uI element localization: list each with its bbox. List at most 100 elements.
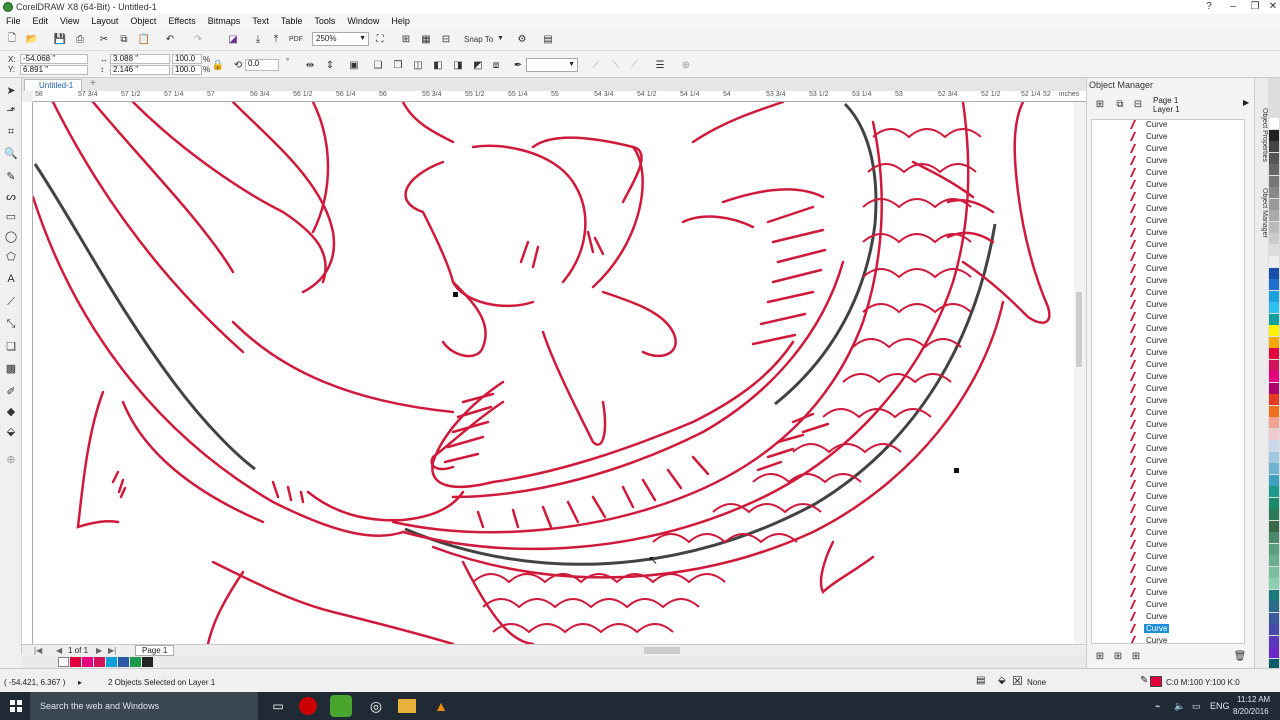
menu-view[interactable]: View (54, 14, 85, 28)
fill-bucket-icon[interactable]: ⬙ (998, 675, 1006, 686)
horizontal-scroll-thumb[interactable] (644, 647, 680, 654)
freehand-tool-icon[interactable]: ✎ (3, 168, 19, 184)
swatch-black[interactable] (142, 657, 153, 667)
lock-ratio-icon[interactable]: 🔒 (212, 57, 224, 73)
file-explorer-icon[interactable] (398, 699, 416, 713)
palette-swatch[interactable] (1269, 175, 1279, 187)
scale-y-field[interactable]: 100.0 (172, 65, 202, 75)
shape-tool-icon[interactable]: ⬏ (3, 102, 19, 118)
zoom-level-combo[interactable]: 250% ▼ (312, 32, 369, 46)
document-tab[interactable]: Untitled-1 (24, 79, 83, 91)
layer-edit-icon[interactable]: ⊟ (1131, 96, 1145, 112)
palette-swatch[interactable] (1269, 555, 1279, 566)
object-row[interactable]: Curve (1129, 286, 1169, 298)
start-arrow-icon[interactable]: ⟍ (608, 57, 624, 73)
object-row[interactable]: Curve (1129, 466, 1169, 478)
drawing-canvas[interactable]: ↖ (33, 102, 1076, 644)
object-row[interactable]: Curve (1129, 274, 1169, 286)
simplify-icon[interactable]: ◧ (430, 57, 446, 73)
trim-icon[interactable]: ❐ (390, 57, 406, 73)
object-row[interactable]: Curve (1129, 178, 1169, 190)
show-rulers-icon[interactable]: ⊞ (398, 31, 414, 47)
quick-customize-icon[interactable]: ⊕ (678, 57, 694, 73)
object-row[interactable]: Curve (1129, 190, 1169, 202)
object-row[interactable]: Curve (1129, 514, 1169, 526)
object-row[interactable]: Curve (1129, 382, 1169, 394)
menu-object[interactable]: Object (124, 14, 162, 28)
taskbar-search-box[interactable]: Search the web and Windows (30, 692, 258, 720)
save-icon[interactable]: 💾 (52, 31, 68, 47)
tab-object-manager[interactable]: Object Manager (1256, 188, 1268, 238)
task-view-icon[interactable]: ▭ (267, 696, 289, 716)
page-tab[interactable]: Page 1 (135, 645, 175, 656)
object-row[interactable]: Curve (1129, 130, 1169, 142)
palette-swatch[interactable] (1269, 164, 1279, 175)
object-row[interactable]: Curve (1129, 250, 1169, 262)
palette-swatch[interactable] (1269, 394, 1279, 405)
palette-swatch[interactable] (1269, 589, 1279, 601)
palette-swatch[interactable] (1269, 624, 1279, 635)
outline-color-swatch[interactable] (1150, 676, 1162, 687)
palette-swatch[interactable] (1269, 348, 1279, 359)
rotation-angle-field[interactable]: 0.0 (245, 59, 279, 71)
artistic-media-icon[interactable]: ᔕ (3, 188, 19, 204)
horizontal-ruler[interactable]: 58 57 3/4 57 1/2 57 1/4 57 56 3/4 56 1/2… (33, 91, 1086, 102)
palette-swatch[interactable] (1269, 152, 1279, 164)
palette-swatch[interactable] (1269, 302, 1279, 313)
y-position-field[interactable]: 6.891 " (20, 65, 88, 75)
object-row[interactable]: Curve (1129, 490, 1169, 502)
wrap-text-icon[interactable]: ☰ (652, 57, 668, 73)
language-indicator[interactable]: ENG (1210, 701, 1230, 711)
application-launcher-icon[interactable]: ▤ (540, 31, 556, 47)
layer-view-icon[interactable]: ⊞ (1093, 96, 1107, 112)
object-row[interactable]: Curve (1129, 574, 1169, 586)
next-page-icon[interactable]: ▶ (96, 646, 102, 655)
mirror-horizontal-icon[interactable]: ⇹ (302, 57, 318, 73)
object-row[interactable]: Curve (1129, 610, 1169, 622)
end-arrow-icon[interactable]: ⟋ (626, 57, 642, 73)
minimize-button[interactable]: – (1222, 0, 1244, 14)
palette-swatch[interactable] (1269, 463, 1279, 474)
object-row[interactable]: Curve (1129, 394, 1169, 406)
palette-swatch[interactable] (1269, 336, 1279, 348)
close-button[interactable]: ✕ (1262, 0, 1280, 14)
opera-browser-icon[interactable] (299, 697, 317, 715)
x-position-field[interactable]: -54.068 " (20, 54, 88, 64)
palette-swatch[interactable] (1269, 417, 1279, 428)
swatch-green[interactable] (130, 657, 141, 667)
object-row[interactable]: Curve (1129, 430, 1169, 442)
object-row[interactable]: Curve (1129, 406, 1169, 418)
parallel-dimension-icon[interactable]: ⟋ (3, 294, 19, 310)
group-icon[interactable]: ▣ (346, 57, 362, 73)
tab-object-properties[interactable]: Object Properties (1256, 108, 1268, 162)
cut-icon[interactable]: ✂ (96, 31, 112, 47)
object-row[interactable]: Curve (1129, 454, 1169, 466)
pick-tool-icon[interactable]: ➤ (3, 82, 19, 98)
full-screen-icon[interactable]: ⛶ (372, 31, 388, 47)
swatch-blue[interactable] (118, 657, 129, 667)
palette-swatch[interactable] (1269, 566, 1279, 578)
search-content-icon[interactable]: ◪ (225, 31, 241, 47)
snap-to-dropdown[interactable]: Snap To (464, 35, 493, 44)
menu-table[interactable]: Table (275, 14, 309, 28)
smart-fill-icon[interactable]: ⬙ (3, 423, 19, 439)
volume-icon[interactable]: 🔈 (1174, 701, 1185, 712)
outline-pen-icon[interactable]: ✎ (1140, 675, 1148, 686)
menu-window[interactable]: Window (341, 14, 385, 28)
menu-bitmaps[interactable]: Bitmaps (202, 14, 247, 28)
redo-icon[interactable]: ↷ (190, 31, 206, 47)
palette-swatch[interactable] (1269, 279, 1279, 290)
new-document-icon[interactable]: 🗋 (4, 31, 20, 47)
import-icon[interactable]: ⤓ (250, 31, 266, 47)
menu-text[interactable]: Text (246, 14, 275, 28)
connector-tool-icon[interactable]: ⤡ (3, 316, 19, 332)
help-window-icon[interactable]: ? (1198, 0, 1220, 14)
message-icon[interactable]: ▭ (1192, 701, 1201, 712)
palette-swatch[interactable] (1269, 532, 1279, 543)
object-row[interactable]: Curve (1129, 538, 1169, 550)
weld-icon[interactable]: ❏ (370, 57, 386, 73)
palette-swatch[interactable] (1269, 187, 1279, 198)
outline-width-icon[interactable]: ✒ (510, 57, 526, 73)
swatch-none[interactable] (58, 657, 69, 667)
export-icon[interactable]: ⤒ (268, 31, 284, 47)
